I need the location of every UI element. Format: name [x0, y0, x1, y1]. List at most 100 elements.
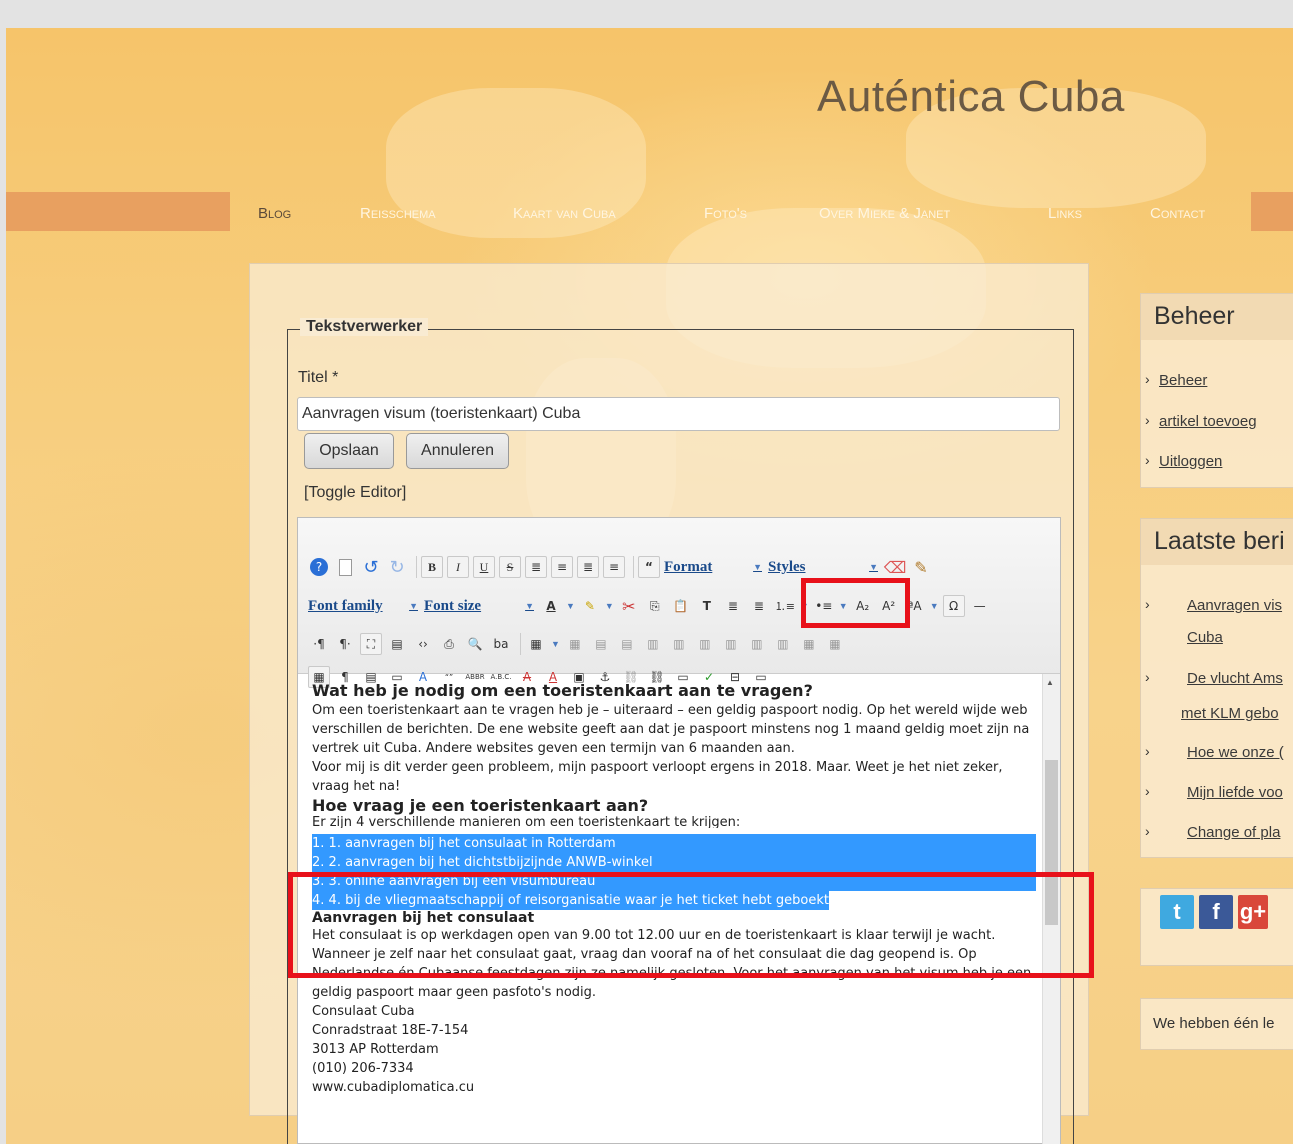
cut-icon[interactable]: ✂ [618, 595, 640, 617]
list-item-text: 2. aanvragen bij het dichtstbijzijnde AN… [328, 855, 653, 870]
nav-item-reisschema[interactable]: Reisschema [360, 205, 436, 222]
paste-icon[interactable]: 📋 [670, 595, 692, 617]
nav-item-blog[interactable]: Blog [258, 205, 291, 222]
chevron-right-icon: › [1145, 371, 1150, 387]
table-delete-icon[interactable]: ▦ [564, 633, 586, 655]
sidebar-post-link[interactable]: Aanvragen vis [1187, 597, 1282, 614]
rtl-icon[interactable]: ¶· [334, 633, 356, 655]
special-character-icon[interactable]: Ω [942, 595, 965, 617]
strikethrough-icon[interactable]: S [499, 556, 521, 578]
blockquote-icon[interactable]: “ [638, 556, 660, 578]
align-right-icon[interactable]: ≣ [577, 556, 599, 578]
scroll-up-icon[interactable]: ▲ [1046, 678, 1054, 687]
toolbar-separator [633, 556, 634, 578]
toggle-editor-link[interactable]: [Toggle Editor] [304, 484, 406, 502]
toolbar-row-3: ·¶ ¶· ⛶ ▤ ‹› ⎙ 🔍 ba ▦ ▼ ▦ ▤ ▤ ▥ ▥ ▥ ▥ ▥ … [308, 629, 850, 659]
numbered-list-icon[interactable]: ⒈≡ [774, 595, 796, 617]
table-row-props-icon[interactable]: ▤ [590, 633, 612, 655]
delete-col-icon[interactable]: ▥ [772, 633, 794, 655]
align-center-icon[interactable]: ≡ [551, 556, 573, 578]
content-paragraph-1: Om een toeristenkaart aan te vragen heb … [312, 703, 1030, 756]
google-plus-icon[interactable]: g+ [1238, 895, 1268, 929]
twitter-icon[interactable]: t [1160, 895, 1194, 929]
styles-dropdown[interactable]: Styles ▼ [768, 555, 878, 579]
list-item: 1. 1. aanvragen bij het consulaat in Rot… [312, 834, 1036, 853]
eraser-icon[interactable]: ⌫ [884, 556, 907, 578]
cleanup-brush-icon[interactable]: ✎ [910, 556, 932, 578]
font-family-label: Font family [308, 597, 383, 614]
nav-item-kaart-van-cuba[interactable]: Kaart van Cuba [513, 205, 616, 222]
align-left-icon[interactable]: ≣ [525, 556, 547, 578]
table-insert-icon[interactable]: ▦ [525, 633, 547, 655]
font-family-dropdown[interactable]: Font family ▼ [308, 594, 418, 618]
find-icon[interactable]: 🔍 [464, 633, 486, 655]
source-code-icon[interactable]: ‹› [412, 633, 434, 655]
nav-item-fotos[interactable]: Foto's [704, 205, 747, 222]
cancel-button[interactable]: Annuleren [406, 433, 509, 469]
col-after-icon[interactable]: ▥ [746, 633, 768, 655]
chevron-right-icon: › [1145, 452, 1150, 468]
template-icon[interactable]: ▤ [386, 633, 408, 655]
list-item-number: 2. [312, 855, 325, 870]
site-title[interactable]: Auténtica Cuba [817, 72, 1125, 122]
address-line: Consulaat Cuba [312, 1004, 415, 1019]
merge-cells-icon[interactable]: ▦ [798, 633, 820, 655]
chevron-down-icon[interactable]: ▼ [930, 601, 939, 611]
format-dropdown[interactable]: Format ▼ [664, 555, 762, 579]
title-label: Titel * [298, 369, 339, 386]
horizontal-rule-icon[interactable]: — [969, 595, 991, 617]
fullscreen-icon[interactable]: ⛶ [360, 633, 382, 655]
delete-row-icon[interactable]: ▥ [694, 633, 716, 655]
sidebar-link-uitloggen[interactable]: Uitloggen [1159, 453, 1222, 470]
sidebar-post-link[interactable]: De vlucht Ams [1187, 670, 1283, 687]
sidebar-link-artikel-toevoegen[interactable]: artikel toevoeg [1159, 413, 1257, 430]
sidebar-post-link[interactable]: Mijn liefde voo [1187, 784, 1283, 801]
col-before-icon[interactable]: ▥ [720, 633, 742, 655]
chevron-right-icon: › [1145, 596, 1150, 612]
sidebar-link-beheer[interactable]: Beheer [1159, 372, 1207, 389]
rich-text-editor: ? ↺ ↻ B I U S ≣ ≡ ≣ ≡ “ Format ▼ Styles ▼ … [297, 517, 1061, 1144]
chevron-down-icon[interactable]: ▼ [605, 601, 614, 611]
paste-html-icon[interactable]: ≣ [748, 595, 770, 617]
paste-word-icon[interactable]: ≣ [722, 595, 744, 617]
text-color-icon[interactable]: A [540, 595, 562, 617]
print-icon[interactable]: ⎙ [438, 633, 460, 655]
highlight-color-icon[interactable]: ✎ [579, 595, 601, 617]
chevron-right-icon: › [1145, 783, 1150, 799]
sidebar-post-link[interactable]: Hoe we onze ( [1187, 744, 1284, 761]
font-size-dropdown[interactable]: Font size ▼ [424, 594, 534, 618]
italic-icon[interactable]: I [447, 556, 469, 578]
help-icon[interactable]: ? [308, 556, 330, 578]
split-cells-icon[interactable]: ▦ [824, 633, 846, 655]
row-before-icon[interactable]: ▥ [642, 633, 664, 655]
align-justify-icon[interactable]: ≡ [603, 556, 625, 578]
undo-icon[interactable]: ↺ [360, 556, 382, 578]
sidebar-post-link[interactable]: Cuba [1187, 629, 1223, 646]
row-after-icon[interactable]: ▥ [668, 633, 690, 655]
save-button[interactable]: Opslaan [304, 433, 394, 469]
address-line: (010) 206-7334 [312, 1061, 414, 1076]
replace-icon[interactable]: ba [490, 633, 512, 655]
ltr-icon[interactable]: ·¶ [308, 633, 330, 655]
copy-icon[interactable]: ⎘ [644, 595, 666, 617]
paste-text-icon[interactable]: T [696, 595, 718, 617]
chevron-down-icon[interactable]: ▼ [566, 601, 575, 611]
title-input[interactable] [297, 397, 1060, 431]
content-paragraph-2: Voor mij is dit verder geen probleem, mi… [312, 760, 1003, 794]
sidebar-post-link[interactable]: met KLM gebo [1181, 705, 1279, 722]
nav-item-links[interactable]: Links [1048, 205, 1082, 222]
chevron-down-icon[interactable]: ▼ [551, 639, 560, 649]
nav-item-contact[interactable]: Contact [1150, 205, 1205, 222]
sidebar-post-link[interactable]: Change of pla [1187, 824, 1280, 841]
nav-item-over-mieke-janet[interactable]: Over Mieke & Janet [819, 205, 950, 222]
font-size-label: Font size [424, 597, 482, 614]
bold-icon[interactable]: B [421, 556, 443, 578]
facebook-icon[interactable]: f [1199, 895, 1233, 929]
list-item-number: 1. [312, 836, 325, 851]
underline-icon[interactable]: U [473, 556, 495, 578]
sidebar-beheer-title: Beheer [1141, 294, 1293, 340]
highlight-box-selected-list [288, 872, 1094, 978]
new-document-icon[interactable] [334, 556, 356, 578]
redo-icon[interactable]: ↻ [386, 556, 408, 578]
table-cell-props-icon[interactable]: ▤ [616, 633, 638, 655]
